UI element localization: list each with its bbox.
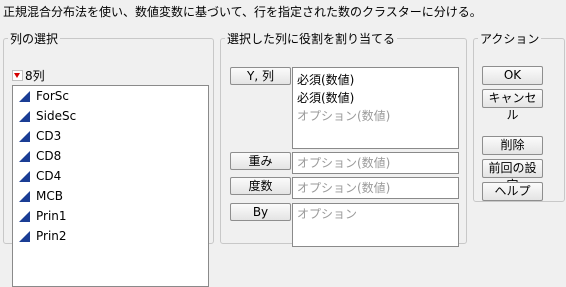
column-item-label: Prin1 [36,209,67,223]
recall-button[interactable]: 前回の設定 [482,159,543,192]
by-placeholder: オプション [297,207,358,221]
red-triangle-menu-icon[interactable] [12,70,23,81]
y-role-optional: オプション(数値) [297,109,391,123]
column-item-label: CD3 [36,129,62,143]
continuous-triangle-icon [19,190,30,202]
by-field[interactable]: オプション [292,203,459,247]
column-item-cd4[interactable]: CD4 [13,166,208,186]
frequency-placeholder: オプション(数値) [297,181,391,195]
role-assignment-title: 選択した列に役割を割り当てる [227,32,396,46]
continuous-triangle-icon [19,90,30,102]
column-item-forsc[interactable]: ForSc [13,86,208,106]
continuous-triangle-icon [19,210,30,222]
column-item-cd8[interactable]: CD8 [13,146,208,166]
column-item-label: MCB [36,189,63,203]
weight-placeholder: オプション(数値) [297,156,391,170]
column-item-label: SideSc [36,109,77,123]
column-item-label: Prin2 [36,229,67,243]
frequency-field[interactable]: オプション(数値) [292,177,459,199]
column-item-mcb[interactable]: MCB [13,186,208,206]
column-selection-panel: 列の選択 8列 ForSc SideSc CD3 CD8 CD4 MCB Pri… [3,30,214,287]
continuous-triangle-icon [19,170,30,182]
y-role-value[interactable]: 必須(数値) [297,71,454,89]
column-item-prin1[interactable]: Prin1 [13,206,208,226]
y-columns-button[interactable]: Y, 列 [230,67,291,85]
column-item-label: CD8 [36,149,62,163]
role-assignment-panel: 選択した列に役割を割り当てる Y, 列 必須(数値) 必須(数値) オプション(… [220,30,467,247]
column-item-sidesc[interactable]: SideSc [13,106,208,126]
continuous-triangle-icon [19,150,30,162]
continuous-triangle-icon [19,110,30,122]
column-list[interactable]: ForSc SideSc CD3 CD8 CD4 MCB Prin1 Prin2 [12,85,209,287]
dialog-description: 正規混合分布法を使い、数値変数に基づいて、行を指定された数のクラスターに分ける。 [3,5,482,19]
action-panel: アクション OK キャンセル 削除 前回の設定 ヘルプ [473,30,565,202]
continuous-triangle-icon [19,130,30,142]
y-role-value[interactable]: 必須(数値) [297,89,454,107]
action-title: アクション [480,32,540,46]
column-item-prin2[interactable]: Prin2 [13,226,208,246]
column-selection-title: 列の選択 [10,32,59,46]
column-item-label: CD4 [36,169,62,183]
cancel-button[interactable]: キャンセル [482,89,543,122]
by-button[interactable]: By [230,203,291,221]
y-columns-list[interactable]: 必須(数値) 必須(数値) オプション(数値) [292,67,459,149]
column-count-header[interactable]: 8列 [12,67,45,84]
weight-field[interactable]: オプション(数値) [292,152,459,174]
continuous-triangle-icon [19,230,30,242]
column-item-cd3[interactable]: CD3 [13,126,208,146]
column-item-label: ForSc [36,89,69,103]
weight-button[interactable]: 重み [230,152,291,170]
column-count-label: 8列 [25,69,45,83]
frequency-button[interactable]: 度数 [230,177,291,195]
ok-button[interactable]: OK [482,66,543,85]
help-button[interactable]: ヘルプ [482,182,543,201]
remove-button[interactable]: 削除 [482,136,543,155]
